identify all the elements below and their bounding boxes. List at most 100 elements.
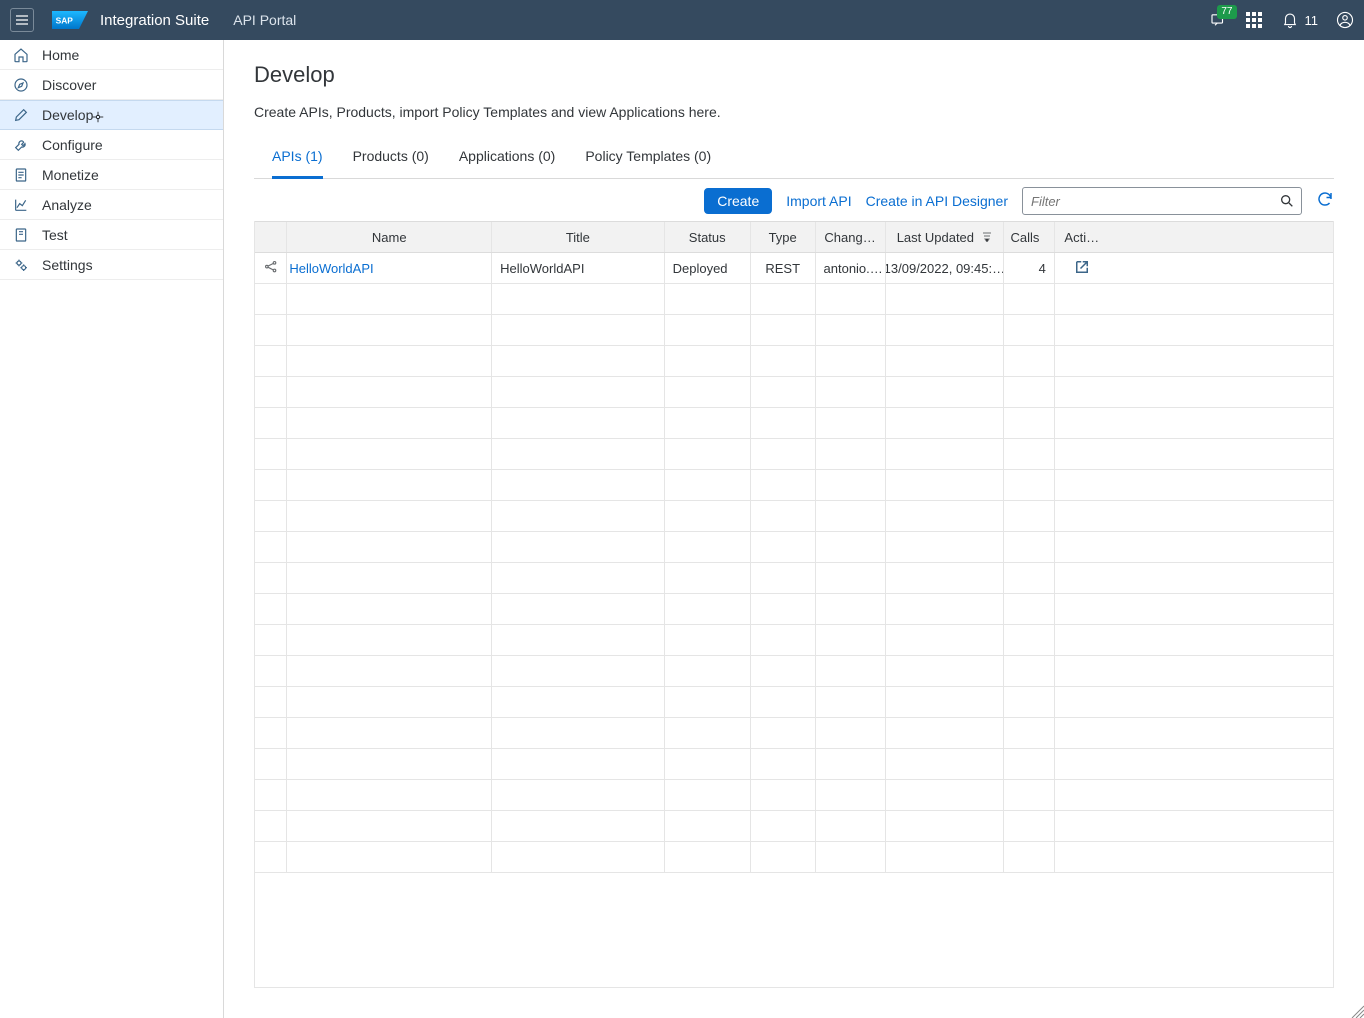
apps-button[interactable]	[1245, 11, 1263, 29]
person-icon	[1336, 11, 1354, 29]
tab-products[interactable]: Products (0)	[353, 138, 429, 179]
sidebar-item-develop[interactable]: Develop	[0, 100, 223, 130]
table-row-empty	[255, 563, 1333, 594]
cell-status: Deployed	[665, 253, 751, 283]
col-last-updated[interactable]: Last Updated	[886, 222, 1005, 252]
col-status[interactable]: Status	[665, 222, 751, 252]
home-icon	[12, 46, 30, 64]
create-designer-link[interactable]: Create in API Designer	[866, 193, 1008, 209]
sidebar-item-monetize[interactable]: Monetize	[0, 160, 223, 190]
col-select[interactable]	[255, 222, 287, 252]
table-row-empty	[255, 625, 1333, 656]
refresh-button[interactable]	[1316, 190, 1334, 213]
table-row-empty	[255, 780, 1333, 811]
cell-calls: 4	[1004, 253, 1055, 283]
table-row-empty	[255, 408, 1333, 439]
hamburger-icon	[14, 12, 30, 28]
app-header: SAP Integration Suite API Portal 77 11	[0, 0, 1364, 40]
gears-icon	[12, 256, 30, 274]
sort-descending-icon	[982, 230, 992, 245]
table-row-empty	[255, 594, 1333, 625]
cell-type: REST	[751, 253, 816, 283]
col-name[interactable]: Name	[287, 222, 492, 252]
page-description: Create APIs, Products, import Policy Tem…	[254, 104, 1334, 120]
sidebar-item-configure[interactable]: Configure	[0, 130, 223, 160]
notifications-button[interactable]: 11	[1281, 11, 1319, 29]
table-row-empty	[255, 749, 1333, 780]
sidebar-item-home[interactable]: Home	[0, 40, 223, 70]
search-icon[interactable]	[1279, 193, 1295, 209]
import-api-link[interactable]: Import API	[786, 193, 851, 209]
compass-icon	[12, 76, 30, 94]
table-row-empty	[255, 284, 1333, 315]
open-external-icon[interactable]	[1073, 258, 1091, 279]
notification-count: 11	[1305, 13, 1319, 28]
row-share[interactable]	[255, 253, 287, 283]
sidebar-item-label: Discover	[42, 77, 96, 93]
svg-text:SAP: SAP	[56, 16, 74, 26]
sidebar-item-label: Configure	[42, 137, 103, 153]
brand-title: Integration Suite	[100, 12, 209, 29]
sidebar-item-label: Settings	[42, 257, 93, 273]
menu-toggle-button[interactable]	[10, 8, 34, 32]
cursor-icon	[91, 110, 105, 124]
sidebar-item-label: Monetize	[42, 167, 99, 183]
table-row-empty	[255, 501, 1333, 532]
resize-handle-icon[interactable]	[1348, 1002, 1364, 1018]
apis-table: Name Title Status Type Chang… Last Updat…	[254, 221, 1334, 988]
api-name-link[interactable]: HelloWorldAPI	[289, 261, 373, 276]
refresh-icon	[1316, 190, 1334, 208]
col-type[interactable]: Type	[751, 222, 816, 252]
flask-icon	[12, 226, 30, 244]
table-row-empty	[255, 811, 1333, 842]
tab-applications[interactable]: Applications (0)	[459, 138, 556, 179]
feedback-badge: 77	[1217, 5, 1236, 19]
feedback-button[interactable]: 77	[1209, 11, 1227, 29]
bell-icon	[1281, 11, 1299, 29]
billing-icon	[12, 166, 30, 184]
table-row-empty	[255, 656, 1333, 687]
filter-box[interactable]	[1022, 187, 1302, 215]
sidebar-item-analyze[interactable]: Analyze	[0, 190, 223, 220]
tab-policy-templates[interactable]: Policy Templates (0)	[585, 138, 711, 179]
col-calls[interactable]: Calls	[1004, 222, 1055, 252]
table-row-empty	[255, 315, 1333, 346]
sidebar-item-label: Develop	[42, 107, 93, 123]
table-row-empty	[255, 842, 1333, 873]
cell-name[interactable]: HelloWorldAPI	[287, 253, 492, 283]
filter-input[interactable]	[1031, 194, 1279, 209]
col-title[interactable]: Title	[492, 222, 664, 252]
pencil-icon	[12, 106, 30, 124]
table-row-empty	[255, 439, 1333, 470]
table-row-empty	[255, 532, 1333, 563]
table-row-empty	[255, 718, 1333, 749]
tab-apis[interactable]: APIs (1)	[272, 138, 323, 179]
user-button[interactable]	[1336, 11, 1354, 29]
table-row-empty	[255, 346, 1333, 377]
cell-changed-by: antonio.…	[816, 253, 886, 283]
header-subtitle: API Portal	[233, 12, 296, 28]
page-title: Develop	[254, 62, 1334, 88]
sap-logo: SAP	[52, 11, 88, 29]
sidebar-item-test[interactable]: Test	[0, 220, 223, 250]
sidebar-item-label: Test	[42, 227, 68, 243]
wrench-icon	[12, 136, 30, 154]
cell-title: HelloWorldAPI	[492, 253, 664, 283]
table-header: Name Title Status Type Chang… Last Updat…	[255, 221, 1333, 253]
sidebar-item-discover[interactable]: Discover	[0, 70, 223, 100]
table-row-empty	[255, 687, 1333, 718]
sidebar: Home Discover Develop Configure Monetize…	[0, 40, 224, 1018]
table-row[interactable]: HelloWorldAPI HelloWorldAPI Deployed RES…	[255, 253, 1333, 284]
tabs: APIs (1) Products (0) Applications (0) P…	[254, 138, 1334, 179]
chart-icon	[12, 196, 30, 214]
cell-actions[interactable]	[1055, 253, 1109, 283]
grid-icon	[1245, 11, 1263, 29]
share-icon	[263, 259, 278, 277]
table-row-empty	[255, 470, 1333, 501]
create-button[interactable]: Create	[704, 188, 772, 214]
sidebar-item-settings[interactable]: Settings	[0, 250, 223, 280]
cell-updated: 13/09/2022, 09:45:…	[886, 253, 1005, 283]
col-actions[interactable]: Acti…	[1055, 222, 1109, 252]
sidebar-item-label: Analyze	[42, 197, 92, 213]
col-changed-by[interactable]: Chang…	[816, 222, 886, 252]
